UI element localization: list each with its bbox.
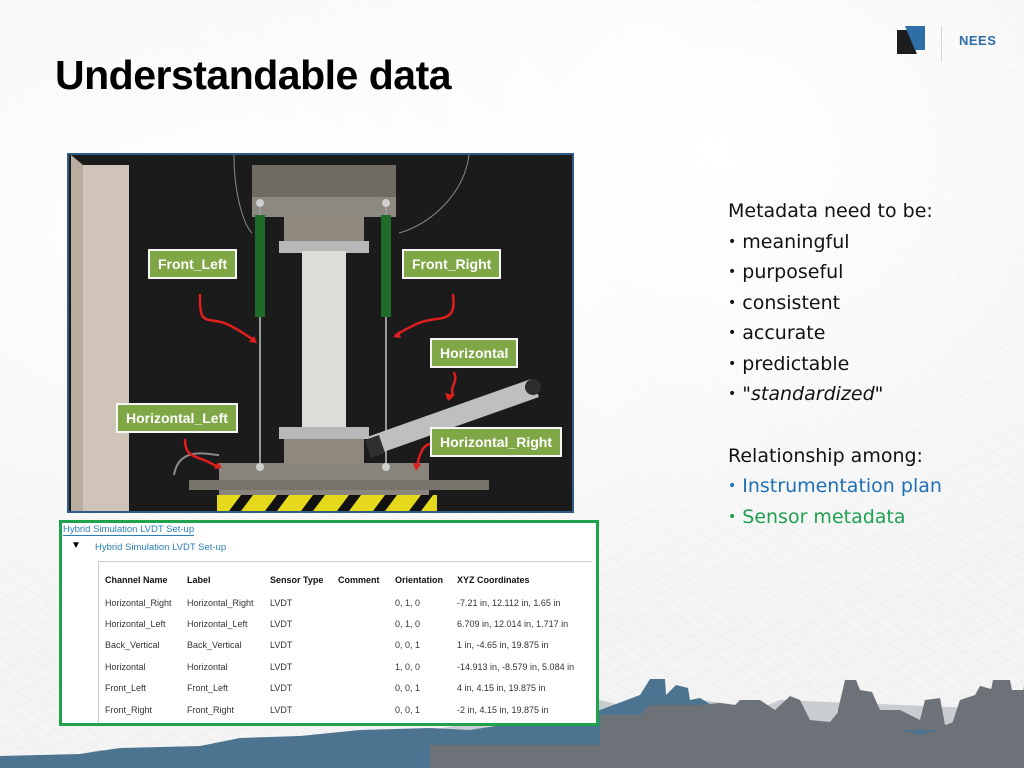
breadcrumb-link-lvdt-setup[interactable]: Hybrid Simulation LVDT Set-up bbox=[63, 524, 195, 536]
label-horizontal-right: Horizontal_Right bbox=[430, 427, 562, 457]
cell-sensor-type: LVDT bbox=[270, 640, 293, 651]
cell-xyz: -14.913 in, -8.579 in, 5.084 in bbox=[457, 661, 575, 672]
close-quote: " bbox=[874, 383, 884, 405]
column-header-sensor-type[interactable]: Sensor Type bbox=[270, 568, 338, 592]
cell-comment bbox=[338, 699, 395, 720]
table-row[interactable]: Front_Left Front_Left LVDT 0, 0, 1 4 in,… bbox=[105, 678, 587, 699]
bullet-item: meaningful bbox=[728, 227, 942, 258]
cell-sensor-type: LVDT bbox=[270, 661, 293, 672]
table-row[interactable]: Horizontal_Left Horizontal_Left LVDT 0, … bbox=[105, 613, 587, 634]
cell-xyz: 1 in, -4.65 in, 19.875 in bbox=[457, 640, 549, 651]
logo-text: NEES bbox=[959, 33, 997, 48]
page-title: Understandable data bbox=[55, 52, 452, 98]
standardized-text: standardized bbox=[751, 383, 875, 405]
cell-label: Horizontal bbox=[187, 661, 228, 672]
cell-channel-name: Front_Left bbox=[105, 683, 147, 694]
cell-xyz: -2 in, 4.15 in, 19.875 in bbox=[457, 704, 549, 715]
relationship-heading: Relationship among: bbox=[728, 444, 923, 467]
nees-logo-icon bbox=[897, 26, 925, 54]
cell-label: Front_Left bbox=[187, 683, 229, 694]
column-header-channel-name[interactable]: Channel Name bbox=[105, 568, 187, 592]
logo-divider bbox=[941, 26, 942, 62]
test-setup-photo: Front_Left Front_Right Horizontal Horizo… bbox=[67, 153, 574, 513]
column-header-xyz-coordinates[interactable]: XYZ Coordinates bbox=[457, 568, 587, 592]
column-header-comment[interactable]: Comment bbox=[338, 568, 395, 592]
sensor-table: Channel Name Label Sensor Type Comment O… bbox=[105, 568, 587, 720]
bullet-item-standardized: "standardized" bbox=[728, 379, 942, 410]
label-horizontal-left: Horizontal_Left bbox=[116, 403, 238, 433]
cell-orientation: 0, 0, 1 bbox=[395, 704, 421, 715]
table-row[interactable]: Back_Vertical Back_Vertical LVDT 0, 0, 1… bbox=[105, 635, 587, 656]
sensor-metadata-panel: Hybrid Simulation LVDT Set-up ▼ Hybrid S… bbox=[59, 520, 599, 726]
cell-label: Front_Right bbox=[187, 704, 235, 715]
metadata-heading: Metadata need to be: bbox=[728, 200, 933, 222]
sensor-table-container: Channel Name Label Sensor Type Comment O… bbox=[98, 561, 592, 723]
cell-xyz: 4 in, 4.15 in, 19.875 in bbox=[457, 683, 546, 694]
cell-sensor-type: LVDT bbox=[270, 597, 293, 608]
cell-orientation: 0, 1, 0 bbox=[395, 597, 421, 608]
collapse-triangle-icon[interactable]: ▼ bbox=[71, 540, 81, 551]
cell-comment bbox=[338, 656, 395, 677]
cell-xyz: 6.709 in, 12.014 in, 1.717 in bbox=[457, 619, 569, 630]
bullet-item: accurate bbox=[728, 318, 942, 349]
cell-xyz: -7.21 in, 12.112 in, 1.65 in bbox=[457, 597, 561, 608]
cell-orientation: 0, 0, 1 bbox=[395, 683, 421, 694]
cell-label: Horizontal_Left bbox=[187, 619, 248, 630]
cell-comment bbox=[338, 678, 395, 699]
bullet-instrumentation-plan: Instrumentation plan bbox=[728, 471, 942, 502]
label-front-left: Front_Left bbox=[148, 249, 238, 279]
nees-logo: NEES bbox=[897, 26, 1017, 62]
cell-comment bbox=[338, 613, 395, 634]
column-header-label[interactable]: Label bbox=[187, 568, 270, 592]
cell-orientation: 0, 0, 1 bbox=[395, 640, 421, 651]
cell-comment bbox=[338, 592, 395, 613]
cell-label: Back_Vertical bbox=[187, 640, 242, 651]
cell-orientation: 0, 1, 0 bbox=[395, 619, 421, 630]
column-header-orientation[interactable]: Orientation bbox=[395, 568, 457, 592]
cell-sensor-type: LVDT bbox=[270, 704, 293, 715]
cell-channel-name: Horizontal_Right bbox=[105, 597, 172, 608]
cell-sensor-type: LVDT bbox=[270, 683, 293, 694]
cell-sensor-type: LVDT bbox=[270, 619, 293, 630]
cell-channel-name: Back_Vertical bbox=[105, 640, 160, 651]
bullet-sensor-metadata: Sensor metadata bbox=[728, 502, 942, 533]
table-row[interactable]: Front_Right Front_Right LVDT 0, 0, 1 -2 … bbox=[105, 699, 587, 720]
bullet-item: purposeful bbox=[728, 257, 942, 288]
table-header-row: Channel Name Label Sensor Type Comment O… bbox=[105, 568, 587, 592]
cell-channel-name: Horizontal bbox=[105, 661, 146, 672]
table-row[interactable]: Horizontal_Right Horizontal_Right LVDT 0… bbox=[105, 592, 587, 613]
bullet-item: predictable bbox=[728, 349, 942, 380]
cell-orientation: 1, 0, 0 bbox=[395, 661, 421, 672]
photo-illustration bbox=[69, 155, 572, 511]
label-front-right: Front_Right bbox=[402, 249, 502, 279]
cell-channel-name: Front_Right bbox=[105, 704, 153, 715]
cell-channel-name: Horizontal_Left bbox=[105, 619, 166, 630]
label-horizontal: Horizontal bbox=[430, 338, 519, 368]
metadata-requirements: Metadata need to be: meaningful purposef… bbox=[728, 196, 942, 532]
cell-label: Horizontal_Right bbox=[187, 597, 254, 608]
bullet-item: consistent bbox=[728, 288, 942, 319]
tree-node-lvdt-setup[interactable]: Hybrid Simulation LVDT Set-up bbox=[95, 542, 226, 553]
cell-comment bbox=[338, 635, 395, 656]
table-row[interactable]: Horizontal Horizontal LVDT 1, 0, 0 -14.9… bbox=[105, 656, 587, 677]
open-quote: " bbox=[742, 383, 752, 405]
